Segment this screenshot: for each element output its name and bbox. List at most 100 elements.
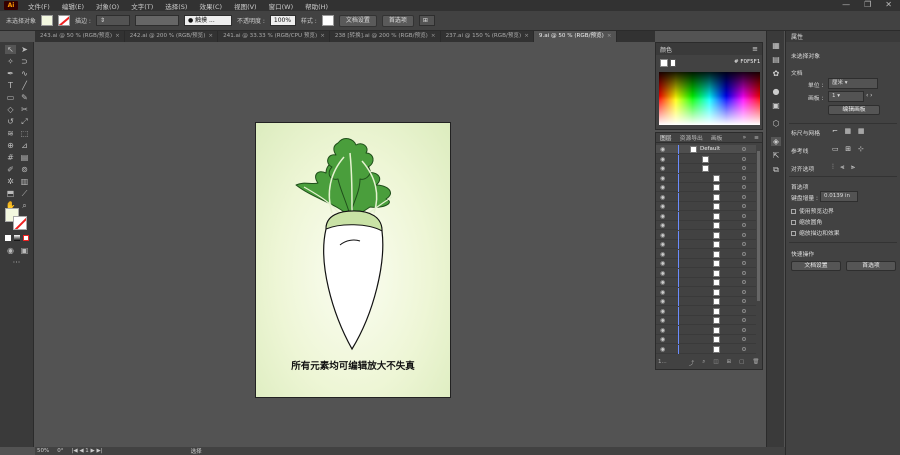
rectangle-tool-icon[interactable]: ▭: [5, 93, 16, 102]
menu-help[interactable]: 帮助(H): [299, 1, 334, 11]
doc-tab[interactable]: 237.ai @ 150 % (RGB/预览) ×: [441, 31, 534, 42]
target-circle-icon[interactable]: [742, 270, 746, 275]
layer-row[interactable]: ◉: [656, 202, 756, 211]
layer-row[interactable]: ◉: [656, 325, 756, 335]
target-circle-icon[interactable]: [742, 166, 746, 170]
layer-row[interactable]: ◉: [656, 164, 756, 173]
target-circle-icon[interactable]: [742, 242, 746, 246]
layer-row[interactable]: ◉: [656, 154, 756, 164]
visibility-eye-icon[interactable]: ◉: [660, 175, 665, 182]
draw-mode-icon[interactable]: ◉: [5, 246, 16, 255]
scale-corners-checkbox[interactable]: 缩放圆角: [791, 217, 822, 226]
swatches-icon[interactable]: ▤: [771, 55, 781, 64]
target-circle-icon[interactable]: [742, 280, 746, 284]
transform-icon[interactable]: ⬡: [771, 119, 781, 128]
visibility-eye-icon[interactable]: ◉: [660, 184, 665, 191]
layer-row[interactable]: ◉: [656, 221, 756, 230]
gradient-tool-icon[interactable]: ▤: [19, 153, 30, 162]
tab-asset-export[interactable]: 资源导出: [680, 133, 703, 142]
menu-effect[interactable]: 效果(C): [193, 1, 228, 11]
target-circle-icon[interactable]: [742, 346, 746, 351]
stroke-color-box[interactable]: [13, 216, 27, 230]
collect-export-icon[interactable]: ⤴: [689, 359, 695, 369]
close-tab-icon[interactable]: ×: [607, 33, 612, 39]
menu-object[interactable]: 对象(O): [90, 1, 125, 11]
layer-row[interactable]: ◉: [656, 183, 756, 192]
mesh-tool-icon[interactable]: #: [5, 153, 16, 162]
layer-name[interactable]: Default: [700, 146, 720, 152]
symbol-sprayer-icon[interactable]: ✲: [5, 177, 16, 186]
close-button[interactable]: ✕: [885, 0, 892, 9]
shaper-tool-icon[interactable]: ◇: [5, 105, 16, 114]
doc-tab[interactable]: 242.ai @ 200 % (RGB/预览) ×: [125, 31, 219, 42]
menu-edit[interactable]: 编辑(E): [56, 1, 90, 11]
selection-tool-icon[interactable]: ↖: [5, 45, 16, 54]
free-transform-icon[interactable]: ⬚: [19, 129, 30, 138]
layer-row[interactable]: ◉: [656, 344, 756, 354]
edit-artboards-button[interactable]: 编辑画板: [828, 105, 880, 115]
new-layer-icon[interactable]: ▢: [739, 359, 744, 369]
target-circle-icon[interactable]: [742, 213, 746, 218]
perspective-grid-icon[interactable]: ⊿: [19, 141, 30, 150]
layer-row[interactable]: ◉: [656, 240, 756, 249]
none-mode-icon[interactable]: [23, 235, 29, 241]
target-circle-icon[interactable]: [742, 175, 746, 180]
preferences-button[interactable]: 首选项: [846, 261, 896, 271]
black-swatch[interactable]: [670, 59, 676, 67]
close-tab-icon[interactable]: ×: [431, 33, 436, 39]
layer-row[interactable]: ◉: [656, 306, 756, 316]
visibility-eye-icon[interactable]: ◉: [660, 241, 665, 248]
layer-row[interactable]: ◉: [656, 230, 756, 240]
target-circle-icon[interactable]: [742, 232, 746, 237]
scissors-icon[interactable]: ✂: [19, 105, 30, 114]
menu-file[interactable]: 文件(F): [22, 1, 56, 11]
visibility-eye-icon[interactable]: ◉: [660, 327, 665, 334]
panel-menu-icon[interactable]: ≡: [752, 45, 758, 53]
doc-tab[interactable]: 243.ai @ 50 % (RGB/预览) ×: [35, 31, 125, 42]
export-icon[interactable]: ⇱: [771, 151, 781, 160]
locate-object-icon[interactable]: ⌕: [702, 359, 705, 369]
scale-strokes-checkbox[interactable]: 缩放描边和效果: [791, 228, 840, 237]
gradient-mode-icon[interactable]: [14, 235, 20, 241]
new-sublayer-icon[interactable]: ⊞: [727, 359, 732, 369]
fill-swatch[interactable]: [41, 15, 54, 26]
layer-row[interactable]: ◉: [656, 268, 756, 278]
target-circle-icon[interactable]: [742, 223, 746, 227]
panel-menu-icon[interactable]: ≡: [754, 135, 759, 141]
visibility-eye-icon[interactable]: ◉: [660, 279, 665, 286]
target-circle-icon[interactable]: [742, 318, 746, 322]
visibility-eye-icon[interactable]: ◉: [660, 251, 665, 258]
layer-row[interactable]: ◉: [656, 173, 756, 183]
graphic-styles-icon[interactable]: ▣: [771, 101, 781, 110]
target-circle-icon[interactable]: [742, 185, 746, 189]
artboard-tool-icon[interactable]: ⬒: [5, 189, 16, 198]
menu-view[interactable]: 视图(V): [228, 1, 263, 11]
layer-row[interactable]: ◉: [656, 249, 756, 259]
blend-tool-icon[interactable]: ⊚: [19, 165, 30, 174]
artboard-nav-icons[interactable]: ‹ ›: [866, 93, 872, 99]
layer-row[interactable]: ◉: [656, 278, 756, 287]
visibility-eye-icon[interactable]: ◉: [660, 232, 665, 239]
layer-row[interactable]: ◉: [656, 211, 756, 221]
artboards-icon[interactable]: ⧉: [771, 165, 781, 174]
artboard[interactable]: 所有元素均可编辑放大不失真: [255, 122, 451, 398]
artboard-dropdown[interactable]: 1 ▾: [828, 91, 864, 102]
rotation-value[interactable]: 0°: [57, 448, 63, 454]
target-circle-icon[interactable]: [742, 299, 746, 303]
visibility-eye-icon[interactable]: ◉: [660, 194, 665, 201]
rotate-tool-icon[interactable]: ↺: [5, 117, 16, 126]
visibility-eye-icon[interactable]: ◉: [660, 270, 665, 277]
zoom-level[interactable]: 50%: [37, 448, 49, 454]
units-dropdown[interactable]: 厘米 ▾: [828, 78, 878, 89]
layer-row[interactable]: ◉: [656, 259, 756, 268]
color-guide-icon[interactable]: ▦: [771, 41, 781, 50]
doc-tab[interactable]: 241.ai @ 33.33 % (RGB/CPU 预览) ×: [218, 31, 330, 42]
close-tab-icon[interactable]: ×: [115, 33, 120, 39]
visibility-eye-icon[interactable]: ◉: [660, 260, 665, 267]
layers-icon[interactable]: ◈: [771, 137, 781, 146]
document-setup-button[interactable]: 文档设置: [338, 14, 377, 27]
target-circle-icon[interactable]: [742, 147, 746, 151]
key-increment-input[interactable]: 0.0139 in: [820, 191, 858, 202]
pen-tool-icon[interactable]: ✒: [5, 69, 16, 78]
close-tab-icon[interactable]: ×: [320, 33, 325, 39]
